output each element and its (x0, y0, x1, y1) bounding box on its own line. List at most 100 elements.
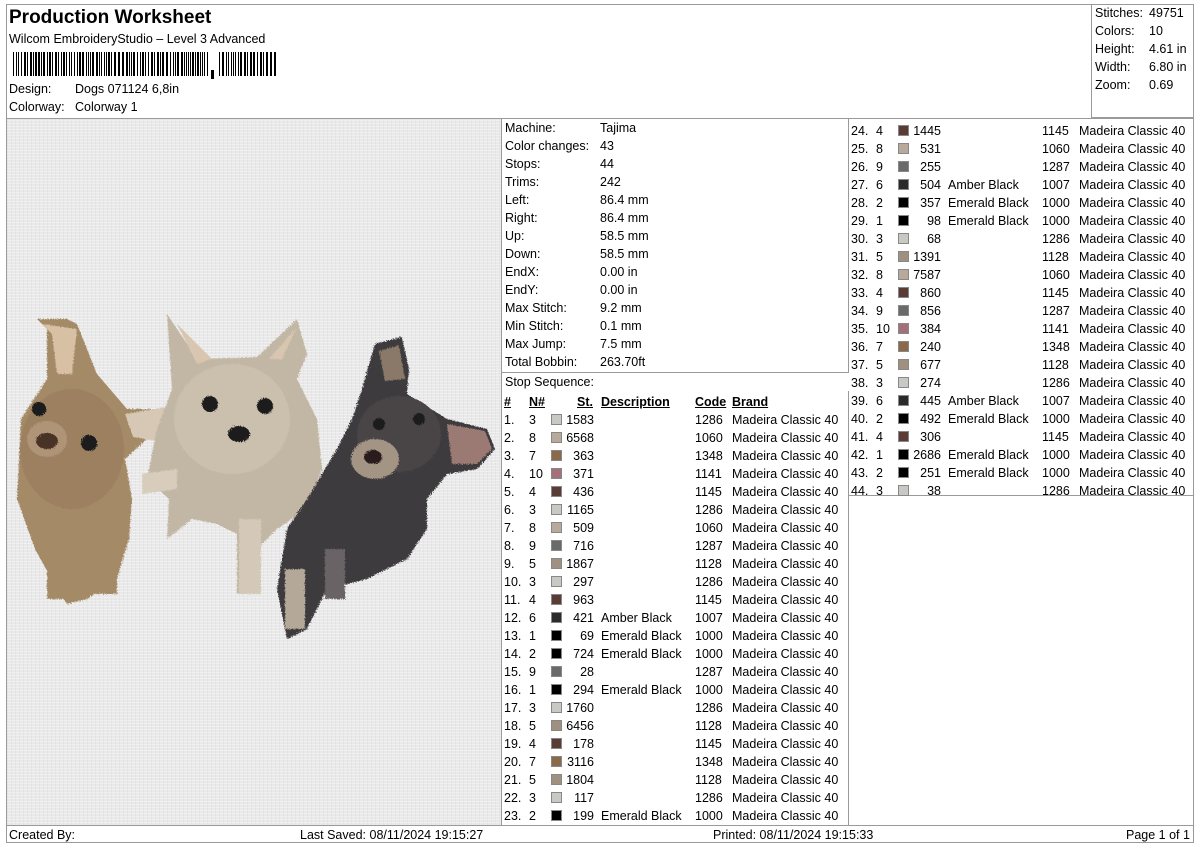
design-row: Design: Dogs 071124 6,8in (9, 82, 179, 96)
column-header-code: Code (695, 395, 727, 409)
cell-n: 1 (529, 629, 536, 643)
cell-code: 1287 (1042, 160, 1070, 174)
color-swatch (898, 197, 909, 208)
cell-st: 963 (573, 593, 594, 607)
created-by: Created By: (9, 828, 76, 842)
cell-code: 1348 (1042, 340, 1070, 354)
cell-brand: Madeira Classic 40 (732, 701, 839, 715)
cell-code: 1007 (1042, 394, 1070, 408)
table-row: 8. 9 716 1287 Madeira Classic 40 (502, 537, 847, 555)
cell-desc: Emerald Black (601, 647, 682, 661)
cell-st: 1391 (913, 250, 941, 264)
cell-n: 2 (529, 647, 536, 661)
color-swatch (898, 215, 909, 226)
cell-brand: Madeira Classic 40 (1079, 232, 1186, 246)
cell-st: 98 (927, 214, 941, 228)
cell-brand: Madeira Classic 40 (732, 647, 839, 661)
cell-brand: Madeira Classic 40 (732, 629, 839, 643)
cell-code: 1145 (1042, 430, 1069, 444)
cell-st: 504 (920, 178, 941, 192)
cell-brand: Madeira Classic 40 (1079, 286, 1186, 300)
machine-info-value: 9.2 mm (600, 301, 642, 315)
machine-info-value: Tajima (600, 121, 637, 135)
cell-code: 1060 (695, 521, 723, 535)
cell-brand: Madeira Classic 40 (1079, 214, 1186, 228)
cell-brand: Madeira Classic 40 (732, 485, 839, 499)
cell-brand: Madeira Classic 40 (732, 683, 839, 697)
machine-info-label: Color changes: (505, 139, 590, 153)
machine-info-label: EndX: (505, 265, 540, 279)
machine-info-value: 58.5 mm (600, 247, 649, 261)
color-swatch (898, 269, 909, 280)
cell-n: 3 (529, 575, 536, 589)
printed-date: Printed: 08/11/2024 19:15:33 (713, 828, 874, 842)
machine-info-row: Max Jump: 7.5 mm (505, 335, 642, 353)
stat-label: Colors: (1095, 24, 1135, 38)
color-swatch (551, 702, 562, 713)
cell-code: 1007 (695, 611, 723, 625)
table-row: 36. 7 240 1348 Madeira Classic 40 (849, 338, 1194, 356)
table-row: 20. 7 3116 1348 Madeira Classic 40 (502, 753, 847, 771)
table-row: 25. 8 531 1060 Madeira Classic 40 (849, 140, 1194, 158)
color-swatch (551, 522, 562, 533)
cell-idx: 7. (504, 521, 515, 535)
cell-brand: Madeira Classic 40 (732, 611, 839, 625)
cell-code: 1007 (1042, 178, 1070, 192)
cell-st: 1804 (566, 773, 594, 787)
cell-brand: Madeira Classic 40 (1079, 322, 1186, 336)
machine-info-value: 86.4 mm (600, 211, 649, 225)
color-swatch (898, 485, 909, 496)
stat-row: Zoom: 0.69 (1095, 78, 1193, 92)
stat-label: Width: (1095, 60, 1131, 74)
software-subtitle: Wilcom EmbroideryStudio – Level 3 Advanc… (9, 32, 266, 46)
machine-info-label: Max Stitch: (505, 301, 567, 315)
cell-desc: Emerald Black (948, 448, 1029, 462)
machine-info-label: Stops: (505, 157, 541, 171)
color-swatch (898, 377, 909, 388)
cell-idx: 35. (851, 322, 869, 336)
stat-value: 0.69 (1149, 78, 1174, 92)
cell-brand: Madeira Classic 40 (1079, 250, 1186, 264)
cell-n: 5 (876, 250, 883, 264)
color-swatch (551, 594, 562, 605)
worksheet-footer: Created By: Last Saved: 08/11/2024 19:15… (7, 825, 1194, 843)
cell-code: 1128 (695, 773, 722, 787)
color-swatch (551, 540, 562, 551)
color-swatch (551, 738, 562, 749)
cell-idx: 23. (504, 809, 522, 823)
cell-brand: Madeira Classic 40 (732, 431, 839, 445)
machine-info-row: Left: 86.4 mm (505, 191, 649, 209)
cell-idx: 25. (851, 142, 869, 156)
cell-desc: Emerald Black (948, 196, 1029, 210)
cell-brand: Madeira Classic 40 (732, 539, 839, 553)
cell-st: 1583 (566, 413, 594, 427)
cell-idx: 41. (851, 430, 869, 444)
cell-idx: 20. (504, 755, 522, 769)
cell-n: 1 (876, 214, 883, 228)
cell-desc: Amber Black (601, 611, 672, 625)
machine-info-value: 242 (600, 175, 621, 189)
cell-st: 69 (580, 629, 594, 643)
embroidered-dogs-image (17, 314, 495, 639)
cell-n: 6 (529, 611, 536, 625)
worksheet-page: Production Worksheet Wilcom EmbroiderySt… (6, 4, 1194, 843)
cell-st: 255 (920, 160, 941, 174)
cell-code: 1000 (695, 683, 723, 697)
cell-brand: Madeira Classic 40 (732, 791, 839, 805)
table-row: 40. 2 492 Emerald Black 1000 Madeira Classic … (849, 410, 1194, 428)
machine-info-value: 43 (600, 139, 614, 153)
cell-n: 8 (529, 521, 536, 535)
cell-code: 1286 (1042, 376, 1070, 390)
cell-idx: 16. (504, 683, 522, 697)
machine-info-row: Down: 58.5 mm (505, 245, 649, 263)
table-row: 12. 6 421 Amber Black 1007 Madeira Classic 40 (502, 609, 847, 627)
machine-info-value: 0.1 mm (600, 319, 642, 333)
column-header-n: N# (529, 395, 545, 409)
color-swatch (551, 468, 562, 479)
table-row: 21. 5 1804 1128 Madeira Classic 40 (502, 771, 847, 789)
cell-brand: Madeira Classic 40 (732, 575, 839, 589)
cell-n: 4 (529, 485, 536, 499)
cell-n: 5 (529, 719, 536, 733)
color-swatch (551, 684, 562, 695)
cell-n: 1 (529, 683, 536, 697)
